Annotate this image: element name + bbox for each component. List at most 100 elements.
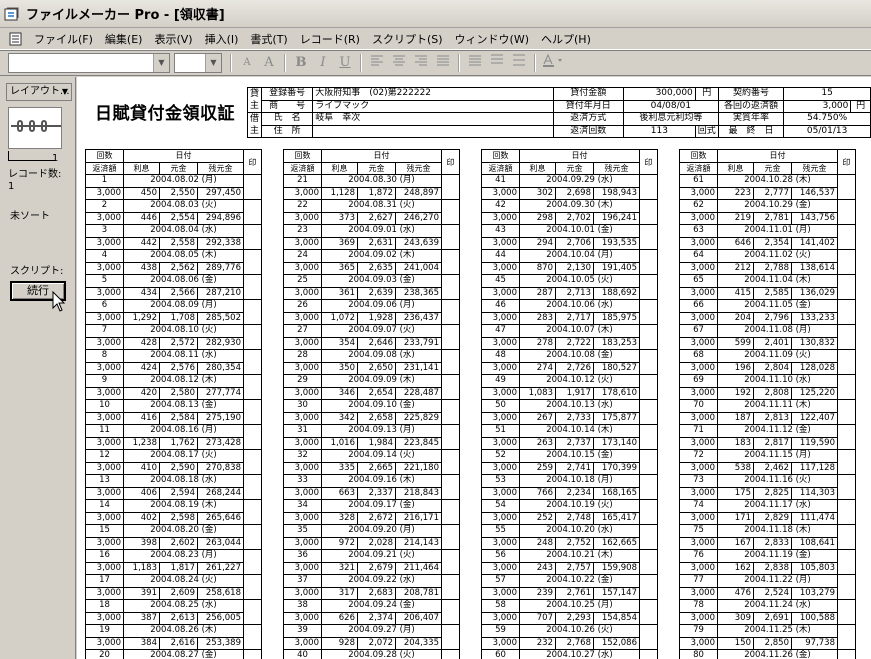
repay-amount[interactable]: 3,000 (679, 436, 718, 450)
principal-amount[interactable]: 1,872 (357, 186, 396, 200)
record-book-icon[interactable] (8, 107, 62, 149)
repay-amount[interactable]: 3,000 (283, 311, 322, 325)
final-date-value[interactable]: 05/01/13 (783, 124, 871, 138)
balance-amount[interactable]: 225,829 (395, 411, 442, 425)
principal-amount[interactable]: 2,796 (753, 311, 792, 325)
repay-amount[interactable]: 3,000 (85, 586, 124, 600)
stamp-cell[interactable] (639, 199, 658, 225)
repay-amount[interactable]: 3,000 (85, 286, 124, 300)
menu-help[interactable]: ヘルプ(H) (535, 31, 597, 47)
balance-amount[interactable]: 282,930 (197, 336, 244, 350)
round-number[interactable]: 77 (679, 574, 718, 588)
stamp-cell[interactable] (639, 524, 658, 550)
balance-amount[interactable]: 128,028 (791, 361, 838, 375)
payment-date[interactable]: 2004.10.07 (木) (519, 324, 640, 338)
principal-amount[interactable]: 2,627 (357, 211, 396, 225)
balance-amount[interactable]: 170,399 (593, 461, 640, 475)
balance-amount[interactable]: 185,975 (593, 311, 640, 325)
round-number[interactable]: 63 (679, 224, 718, 238)
repay-amount[interactable]: 3,000 (85, 636, 124, 650)
round-number[interactable]: 72 (679, 449, 718, 463)
payment-date[interactable]: 2004.09.27 (月) (321, 624, 442, 638)
repay-amount[interactable]: 3,000 (679, 286, 718, 300)
balance-amount[interactable]: 246,270 (395, 211, 442, 225)
balance-amount[interactable]: 256,005 (197, 611, 244, 625)
principal-amount[interactable]: 2,717 (555, 311, 594, 325)
stamp-cell[interactable] (639, 249, 658, 275)
repay-amount[interactable]: 3,000 (481, 536, 520, 550)
round-number[interactable]: 26 (283, 299, 322, 313)
stamp-cell[interactable] (441, 599, 460, 625)
principal-amount[interactable]: 1,762 (159, 436, 198, 450)
payment-date[interactable]: 2004.09.14 (火) (321, 449, 442, 463)
repay-amount[interactable]: 3,000 (679, 386, 718, 400)
round-number[interactable]: 42 (481, 199, 520, 213)
payment-date[interactable]: 2004.10.13 (水) (519, 399, 640, 413)
payment-date[interactable]: 2004.09.07 (火) (321, 324, 442, 338)
payment-date[interactable]: 2004.10.12 (火) (519, 374, 640, 388)
payment-date[interactable]: 2004.08.24 (火) (123, 574, 244, 588)
repay-amount[interactable]: 3,000 (679, 336, 718, 350)
balance-amount[interactable]: 273,428 (197, 436, 244, 450)
stamp-cell[interactable] (837, 499, 856, 525)
principal-amount[interactable]: 2,788 (753, 261, 792, 275)
stamp-cell[interactable] (243, 624, 262, 650)
balance-amount[interactable]: 223,845 (395, 436, 442, 450)
payment-date[interactable]: 2004.10.08 (金) (519, 349, 640, 363)
principal-amount[interactable]: 2,598 (159, 511, 198, 525)
balance-amount[interactable]: 268,244 (197, 486, 244, 500)
stamp-cell[interactable] (639, 624, 658, 650)
principal-amount[interactable]: 2,550 (159, 186, 198, 200)
round-number[interactable]: 11 (85, 424, 124, 438)
stamp-cell[interactable] (639, 324, 658, 350)
round-number[interactable]: 1 (85, 174, 124, 188)
interest-amount[interactable]: 239 (519, 586, 556, 600)
stamp-cell[interactable] (243, 374, 262, 400)
payment-date[interactable]: 2004.08.02 (月) (123, 174, 244, 188)
repay-amount[interactable]: 3,000 (679, 586, 718, 600)
interest-amount[interactable]: 424 (123, 361, 160, 375)
interest-amount[interactable]: 1,128 (321, 186, 358, 200)
balance-amount[interactable]: 100,588 (791, 611, 838, 625)
round-number[interactable]: 33 (283, 474, 322, 488)
repay-amount[interactable]: 3,000 (85, 311, 124, 325)
repay-amount[interactable]: 3,000 (283, 186, 322, 200)
repay-amount[interactable]: 3,000 (481, 511, 520, 525)
round-number[interactable]: 62 (679, 199, 718, 213)
interest-amount[interactable]: 663 (321, 486, 358, 500)
interest-amount[interactable]: 766 (519, 486, 556, 500)
balance-amount[interactable]: 218,843 (395, 486, 442, 500)
interest-amount[interactable]: 450 (123, 186, 160, 200)
interest-amount[interactable]: 298 (519, 211, 556, 225)
principal-amount[interactable]: 2,580 (159, 386, 198, 400)
stamp-cell[interactable] (441, 574, 460, 600)
balance-amount[interactable]: 261,227 (197, 561, 244, 575)
round-number[interactable]: 75 (679, 524, 718, 538)
interest-amount[interactable]: 175 (717, 486, 754, 500)
repay-amount[interactable]: 3,000 (85, 461, 124, 475)
principal-amount[interactable]: 2,658 (357, 411, 396, 425)
principal-amount[interactable]: 2,646 (357, 336, 396, 350)
balance-amount[interactable]: 275,190 (197, 411, 244, 425)
stamp-cell[interactable] (837, 399, 856, 425)
interest-amount[interactable]: 626 (321, 611, 358, 625)
principal-amount[interactable]: 2,838 (753, 561, 792, 575)
principal-amount[interactable]: 2,781 (753, 211, 792, 225)
payment-date[interactable]: 2004.11.05 (金) (717, 299, 838, 313)
balance-amount[interactable]: 103,279 (791, 586, 838, 600)
interest-amount[interactable]: 167 (717, 536, 754, 550)
loan-amount-value[interactable]: 300,000 (622, 87, 696, 101)
payment-date[interactable]: 2004.08.27 (金) (123, 649, 244, 659)
repay-amount[interactable]: 3,000 (283, 361, 322, 375)
interest-amount[interactable]: 287 (519, 286, 556, 300)
stamp-cell[interactable] (441, 224, 460, 250)
repay-amount[interactable]: 3,000 (283, 386, 322, 400)
balance-amount[interactable]: 243,639 (395, 236, 442, 250)
round-number[interactable]: 18 (85, 599, 124, 613)
interest-amount[interactable]: 267 (519, 411, 556, 425)
stamp-cell[interactable] (243, 249, 262, 275)
repay-amount[interactable]: 3,000 (679, 636, 718, 650)
round-number[interactable]: 10 (85, 399, 124, 413)
round-number[interactable]: 6 (85, 299, 124, 313)
repay-amount[interactable]: 3,000 (679, 186, 718, 200)
